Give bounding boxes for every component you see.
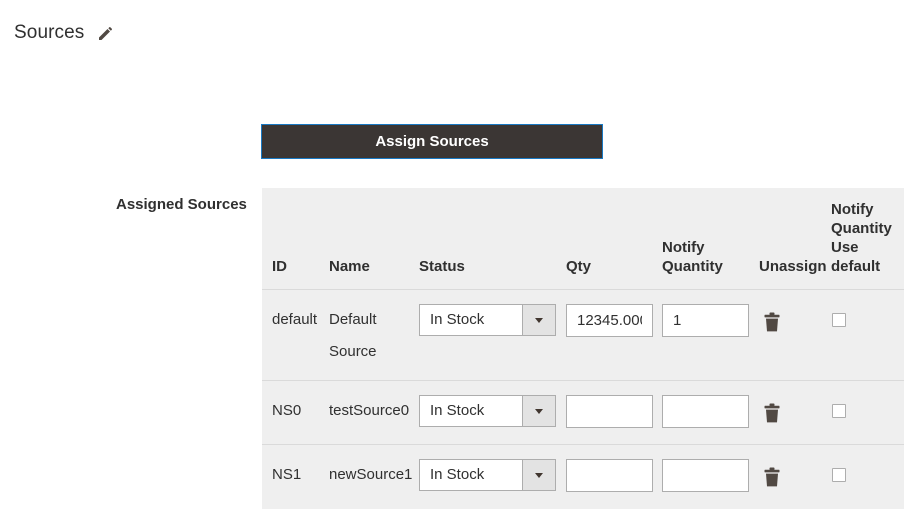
section-title: Sources (14, 22, 85, 43)
status-select-value: In Stock (430, 311, 485, 328)
pencil-icon[interactable] (97, 26, 113, 42)
table-row: default Default Source In Stock (262, 290, 904, 381)
notify-quantity-input[interactable] (662, 459, 749, 492)
table-row: NS0 testSource0 In Stock (262, 381, 904, 445)
chevron-down-icon (522, 460, 555, 490)
status-select[interactable]: In Stock (419, 304, 556, 336)
source-id: NS0 (272, 402, 302, 419)
page: Sources Assign Sources Assigned Sources … (0, 0, 922, 521)
status-select[interactable]: In Stock (419, 395, 556, 427)
source-id: default (272, 311, 318, 328)
trash-icon[interactable] (764, 467, 780, 487)
trash-icon[interactable] (764, 403, 780, 423)
notify-use-default-checkbox[interactable] (832, 313, 846, 327)
column-header-status: Status (419, 258, 465, 275)
column-header-notify-quantity: Notify Quantity (662, 239, 723, 275)
source-name-cont: Source (329, 343, 377, 360)
chevron-down-icon (522, 305, 555, 335)
source-id: NS1 (272, 466, 302, 483)
column-header-qty: Qty (566, 258, 592, 275)
qty-input[interactable] (566, 459, 653, 492)
notify-use-default-checkbox[interactable] (832, 468, 846, 482)
source-name: testSource0 (329, 402, 410, 419)
grid-header-row: ID Name Status Qty Notify Quantity Unass… (262, 188, 904, 290)
table-row: NS1 newSource1 In Stock (262, 445, 904, 509)
notify-quantity-input[interactable] (662, 304, 749, 337)
status-select[interactable]: In Stock (419, 459, 556, 491)
assigned-sources-grid: ID Name Status Qty Notify Quantity Unass… (262, 188, 904, 509)
notify-quantity-input[interactable] (662, 395, 749, 428)
notify-use-default-checkbox[interactable] (832, 404, 846, 418)
status-select-value: In Stock (430, 466, 485, 483)
qty-input[interactable] (566, 304, 653, 337)
column-header-id: ID (272, 258, 287, 275)
status-select-value: In Stock (430, 402, 485, 419)
qty-input[interactable] (566, 395, 653, 428)
column-header-notify-use-default: Notify Quantity Use default (831, 201, 892, 275)
column-header-unassign: Unassign (759, 258, 827, 275)
trash-icon[interactable] (764, 312, 780, 332)
assigned-sources-label: Assigned Sources (116, 196, 247, 213)
column-header-name: Name (329, 258, 370, 275)
chevron-down-icon (522, 396, 555, 426)
source-name: Default (329, 311, 377, 328)
source-name: newSource1 (329, 466, 413, 483)
assign-sources-button[interactable]: Assign Sources (261, 124, 603, 159)
